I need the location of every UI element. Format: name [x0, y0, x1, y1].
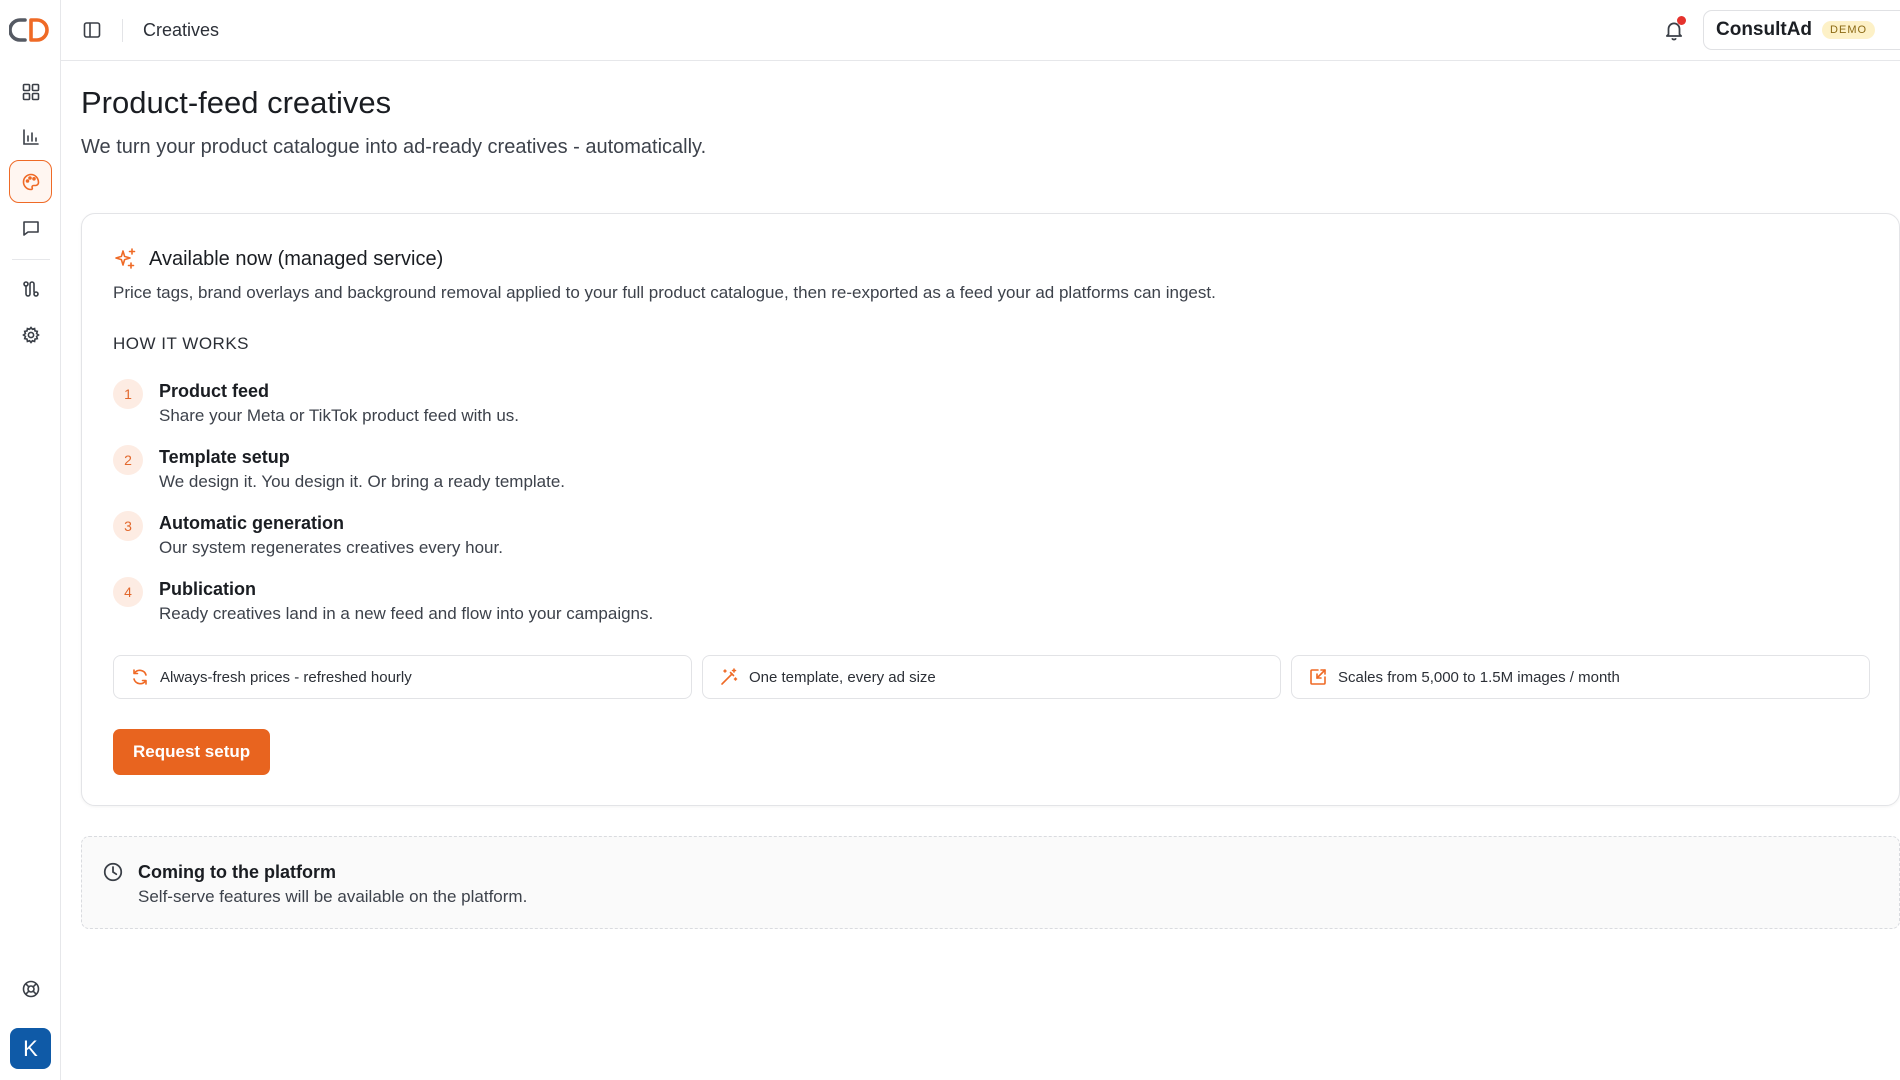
step-number: 4	[113, 577, 143, 607]
coming-title: Coming to the platform	[138, 862, 336, 882]
card-description: Price tags, brand overlays and backgroun…	[113, 283, 1216, 302]
request-setup-button[interactable]: Request setup	[113, 729, 271, 775]
header-divider	[122, 19, 123, 42]
avatar-initial: K	[23, 1035, 38, 1061]
step-title: Template setup	[159, 447, 290, 467]
how-it-works-label: HOW IT WORKS	[113, 334, 250, 353]
step-item: 2 Template setup We design it. You desig…	[113, 443, 1013, 495]
notification-dot	[1677, 16, 1686, 25]
feature-label: Scales from 5,000 to 1.5M images / month	[1338, 668, 1620, 686]
feature-template-sizes: One template, every ad size	[702, 655, 1281, 699]
step-description: We design it. You design it. Or bring a …	[159, 472, 566, 491]
step-number: 1	[113, 379, 143, 409]
step-title: Automatic generation	[159, 513, 345, 533]
step-item: 4 Publication Ready creatives land in a …	[113, 575, 1013, 627]
step-item: 3 Automatic generation Our system regene…	[113, 509, 1013, 561]
demo-badge: DEMO	[1822, 21, 1876, 39]
step-title: Publication	[159, 579, 257, 599]
refresh-icon	[133, 669, 147, 685]
bar-chart-icon	[22, 128, 39, 145]
magic-wand-icon	[721, 668, 738, 685]
sidebar-item-settings[interactable]	[9, 313, 52, 356]
step-description: Share your Meta or TikTok product feed w…	[159, 406, 520, 425]
step-number: 3	[113, 511, 143, 541]
coming-soon-panel: Coming to the platform Self-serve featur…	[81, 836, 1900, 929]
panel-toggle-icon	[83, 22, 101, 38]
sparkles-icon	[115, 248, 136, 269]
sidebar-item-messages[interactable]	[9, 206, 52, 249]
sidebar-item-integrations[interactable]	[9, 267, 52, 310]
scale-icon	[1310, 669, 1326, 685]
sidebar-toggle-button[interactable]	[81, 19, 103, 41]
managed-service-card: Available now (managed service) Price ta…	[81, 213, 1900, 806]
step-title: Product feed	[159, 381, 270, 401]
workspace-switcher[interactable]: ConsultAd DEMO	[1703, 10, 1900, 50]
sidebar-divider	[12, 259, 50, 260]
feature-fresh-prices: Always-fresh prices - refreshed hourly	[113, 655, 692, 699]
feature-label: One template, every ad size	[749, 668, 936, 686]
chat-icon	[22, 220, 39, 236]
coming-description: Self-serve features will be available on…	[138, 887, 528, 906]
support-icon	[22, 980, 39, 997]
sidebar: K	[0, 0, 61, 1080]
step-item: 1 Product feed Share your Meta or TikTok…	[113, 377, 1013, 429]
clock-icon	[103, 862, 123, 882]
dashboard-icon	[22, 83, 39, 100]
top-header: Creatives ConsultAd DEMO	[61, 0, 1900, 61]
sidebar-item-analytics[interactable]	[9, 115, 52, 158]
breadcrumb: Creatives	[143, 20, 220, 40]
feature-scale: Scales from 5,000 to 1.5M images / month	[1291, 655, 1870, 699]
notifications-button[interactable]	[1660, 16, 1688, 44]
step-description: Ready creatives land in a new feed and f…	[159, 604, 654, 623]
sidebar-item-support[interactable]	[9, 967, 52, 1010]
card-header: Available now (managed service)	[113, 246, 443, 272]
gear-icon	[21, 325, 40, 344]
sidebar-item-dashboard[interactable]	[9, 70, 52, 113]
step-description: Our system regenerates creatives every h…	[159, 538, 503, 557]
integrations-icon	[22, 280, 39, 297]
page-title: Product-feed creatives	[81, 85, 392, 120]
workspace-name: ConsultAd	[1716, 19, 1813, 40]
avatar[interactable]: K	[10, 1028, 51, 1069]
card-title: Available now (managed service)	[149, 247, 444, 270]
step-number: 2	[113, 445, 143, 475]
feature-label: Always-fresh prices - refreshed hourly	[160, 668, 412, 686]
page-subtitle: We turn your product catalogue into ad-r…	[81, 136, 707, 158]
palette-icon	[22, 173, 39, 190]
brand-logo-icon[interactable]	[9, 15, 51, 45]
sidebar-item-creatives[interactable]	[9, 160, 52, 203]
